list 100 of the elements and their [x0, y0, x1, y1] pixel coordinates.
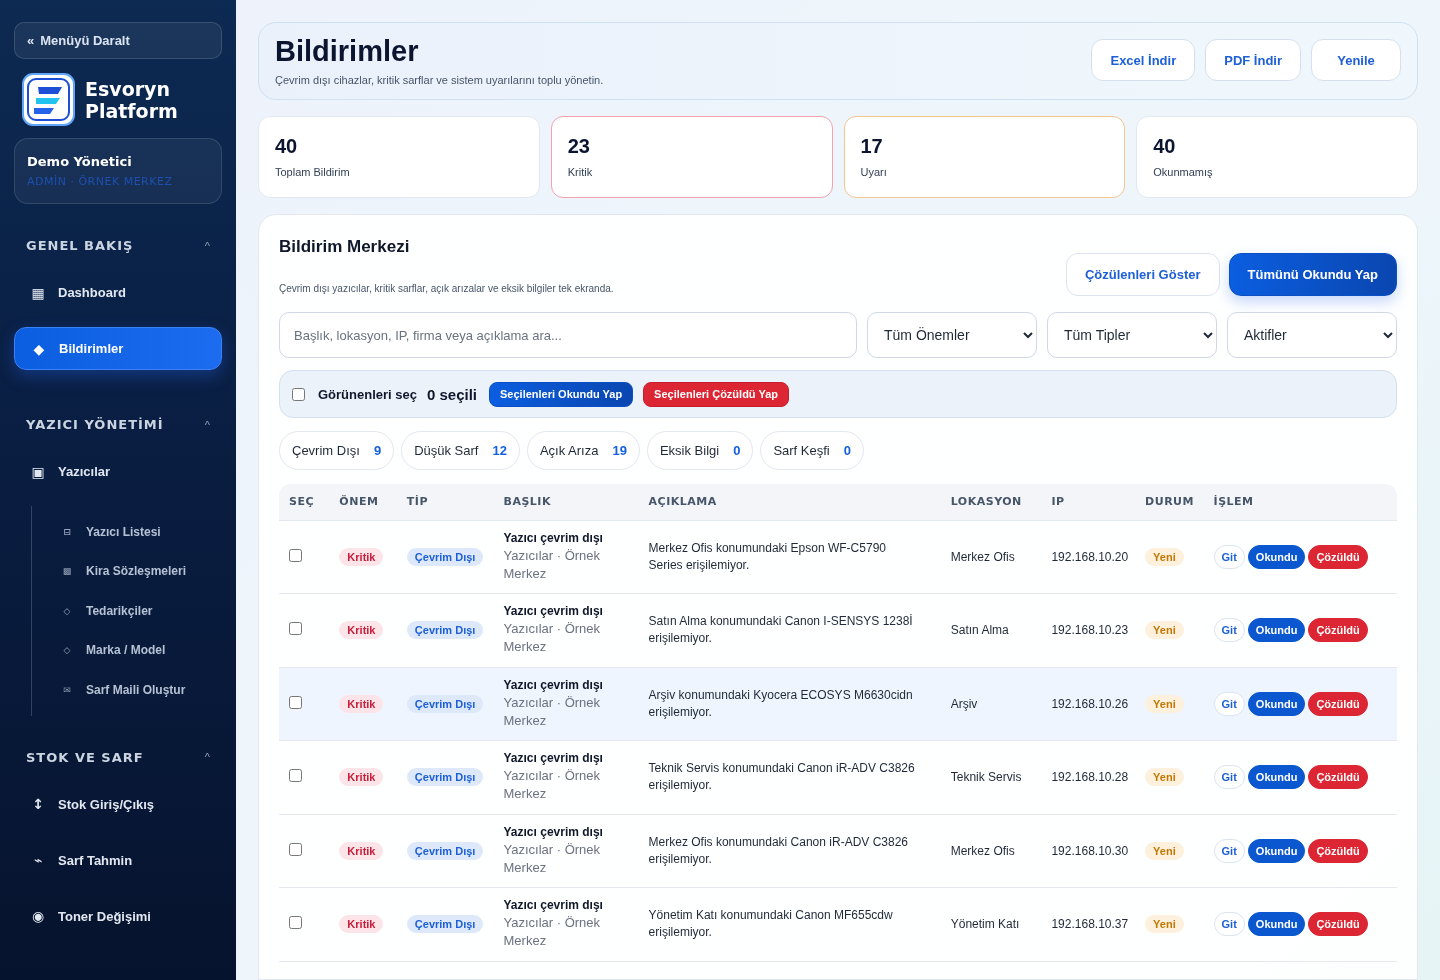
table-row[interactable]: Kritik Çevrim Dışı Yazıcı çevrim dışı Yazıcılar · Örnek Merkez Satın Alma konumundaki Canon I-SENSYS 1238İ erişilemiyor. Satın Alma 192.168.10.23 Yeni Git Okundu Çözüldü: [279, 593, 1397, 667]
nav-subitem[interactable]: ◇ Marka / Model: [32, 630, 222, 670]
table-row[interactable]: Kritik Çevrim Dışı Yazıcı çevrim dışı Yazıcılar · Örnek Merkez Yönetim Katı konumundaki Canon MF655cdw erişilemiyor. Yönetim Katı 192.168.10.37 Yeni Git Okundu Çözüldü: [279, 887, 1397, 961]
table-row[interactable]: Kritik Çevrim Dışı Yazıcı çevrim dışı Yazıcılar · Örnek Merkez Merkez Ofis konumundaki Canon iR-ADV C3826 erişilemiyor. Merkez Ofis 192.168.10.30 Yeni Git Okundu Çözüldü: [279, 814, 1397, 888]
alert-description: Merkez Ofis konumundaki Canon iR-ADV C3826 erişilemiyor.: [648, 833, 909, 868]
location-cell: Yönetim Katı: [940, 887, 1042, 961]
row-action-button[interactable]: Okundu: [1247, 765, 1306, 790]
page-title: Bildirimler: [275, 34, 420, 68]
caret-icon[interactable]: ^: [204, 418, 210, 431]
caret-icon[interactable]: ^: [204, 751, 210, 763]
row-checkbox[interactable]: [289, 695, 302, 709]
row-action-button[interactable]: Çözüldü: [1308, 912, 1368, 937]
alert-title: Yazıcı çevrim dışı: [503, 824, 604, 839]
nav-subitem[interactable]: ✉ Sarf Maili Oluştur: [32, 670, 222, 710]
filter-chip[interactable]: Düşük Sarf 12: [401, 431, 520, 470]
filter-select[interactable]: Tüm Önemler: [867, 312, 1037, 358]
header-button[interactable]: PDF İndir: [1205, 39, 1301, 81]
location-cell: Merkez Ofis: [940, 520, 1042, 594]
ip-cell: 192.168.10.30: [1041, 814, 1136, 888]
stat-value: 40: [275, 135, 299, 158]
row-checkbox[interactable]: [289, 916, 302, 930]
panel-button[interactable]: Çözülenleri Göster: [1065, 253, 1220, 296]
row-action-button[interactable]: Çözüldü: [1308, 691, 1368, 716]
table-row[interactable]: Kritik Çevrim Dışı Yazıcı çevrim dışı Yazıcılar · Örnek Merkez Merkez Ofis konumundaki Epson WF-C5790 Series erişilemiyor. Merkez Ofis 192.168.10.20 Yeni Git Okundu Çözüldü: [279, 520, 1397, 594]
filter-select[interactable]: Tüm Tipler: [1047, 312, 1217, 358]
row-action-button[interactable]: Git: [1213, 691, 1245, 716]
alert-description: Satın Alma konumundaki Canon I-SENSYS 1238İ erişilemiyor.: [648, 613, 914, 648]
row-checkbox[interactable]: [289, 548, 302, 562]
type-tag: Çevrim Dışı: [406, 694, 484, 713]
nav-subitem[interactable]: ⊟ Yazıcı Listesi: [32, 512, 222, 552]
row-checkbox[interactable]: [289, 622, 302, 636]
row-action-button[interactable]: Git: [1213, 912, 1245, 937]
row-action-button[interactable]: Git: [1213, 618, 1245, 643]
severity-tag: Kritik: [339, 694, 384, 713]
filter-chip[interactable]: Açık Arıza 19: [526, 431, 640, 470]
ip-cell: 192.168.10.37: [1041, 887, 1136, 961]
nav-item[interactable]: ▦ Dashboard: [14, 271, 222, 314]
filter-chip[interactable]: Sarf Keşfi 0: [760, 431, 864, 470]
stat-label: Toplam Bildirim: [275, 166, 351, 178]
nav-item[interactable]: ◉ Toner Değişimi: [14, 894, 222, 938]
alert-title: Yazıcı çevrim dışı: [503, 751, 604, 766]
ip-cell: 192.168.10.20: [1041, 520, 1136, 594]
alert-description: Arşiv konumundaki Kyocera ECOSYS M6630cidn erişilemiyor.: [648, 686, 914, 721]
column-header: TİP: [396, 484, 494, 520]
filter-chip[interactable]: Çevrim Dışı 9: [279, 431, 395, 470]
caret-icon[interactable]: ^: [204, 239, 210, 252]
section-title: YAZICI YÖNETİMİ: [26, 417, 164, 432]
alert-source: Yazıcılar · Örnek Merkez: [503, 693, 602, 730]
row-action-button[interactable]: Çözüldü: [1308, 544, 1368, 569]
row-action-button[interactable]: Git: [1213, 765, 1245, 790]
row-action-button[interactable]: Okundu: [1247, 912, 1306, 937]
column-header: IP: [1041, 484, 1136, 520]
row-action-button[interactable]: Çözüldü: [1308, 838, 1368, 863]
panel-button[interactable]: Tümünü Okundu Yap: [1228, 253, 1397, 296]
select-all-checkbox[interactable]: [292, 387, 305, 401]
nav-subitem[interactable]: ▩ Kira Sözleşmeleri: [32, 551, 222, 591]
alert-source: Yazıcılar · Örnek Merkez: [503, 840, 602, 877]
alert-title: Yazıcı çevrim dışı: [503, 530, 604, 545]
status-tag: Yeni: [1145, 694, 1184, 713]
bulk-button[interactable]: Seçilenleri Çözüldü Yap: [643, 381, 789, 407]
search-field[interactable]: Başlık, lokasyon, IP, firma veya açıklama ara...: [279, 312, 857, 358]
row-action-button[interactable]: Çözüldü: [1308, 618, 1368, 643]
row-action-button[interactable]: Okundu: [1247, 838, 1306, 863]
nav-item[interactable]: ▣ Yazıcılar: [14, 450, 222, 493]
table-row[interactable]: Kritik Çevrim Dışı Yazıcı çevrim dışı Yazıcılar · Örnek Merkez Arşiv konumundaki Kyocera ECOSYS M6630cidn erişilemiyor. Arşiv 192.168.10.26 Yeni Git Okundu Çözüldü: [279, 667, 1397, 741]
status-tag: Yeni: [1145, 547, 1184, 566]
nav-item[interactable]: ⌁ Sarf Tahmin: [14, 838, 222, 882]
collapse-menu-button[interactable]: « Menüyü Daralt: [14, 22, 222, 59]
table-row[interactable]: Kritik Çevrim Dışı Yazıcı çevrim dışı Yazıcılar · Örnek Merkez Teknik Servis konumundaki Canon iR-ADV C3826 erişilemiyor. Teknik Servis 192.168.10.28 Yeni Git Okundu Çözüldü: [279, 740, 1397, 814]
alert-source: Yazıcılar · Örnek Merkez: [503, 546, 602, 583]
location-cell: Arşiv: [940, 667, 1042, 741]
row-checkbox[interactable]: [289, 769, 302, 783]
row-action-button[interactable]: Okundu: [1247, 618, 1306, 643]
alert-description: Yönetim Katı konumundaki Canon MF655cdw erişilemiyor.: [648, 907, 894, 942]
type-tag: Çevrim Dışı: [406, 841, 484, 860]
row-action-button[interactable]: Okundu: [1247, 691, 1306, 716]
type-tag: Çevrim Dışı: [406, 768, 484, 787]
row-action-button[interactable]: Git: [1213, 838, 1245, 863]
type-tag: Çevrim Dışı: [406, 621, 484, 640]
row-checkbox[interactable]: [289, 842, 302, 856]
row-action-button[interactable]: Çözüldü: [1308, 765, 1368, 790]
column-header: İŞLEM: [1203, 484, 1397, 520]
selected-count: 0 seçili: [427, 385, 478, 403]
column-header: ÖNEM: [329, 484, 397, 520]
header-button[interactable]: Excel İndir: [1091, 39, 1196, 81]
stat-value: 17: [860, 135, 884, 158]
filter-select[interactable]: Aktifler: [1227, 312, 1397, 358]
filter-chip[interactable]: Eksik Bilgi 0: [646, 431, 754, 470]
status-tag: Yeni: [1145, 768, 1184, 787]
nav-item[interactable]: ↕ Stok Giriş/Çıkış: [14, 782, 222, 826]
row-action-button[interactable]: Git: [1213, 544, 1245, 569]
panel-subtitle: Çevrim dışı yazıcılar, kritik sarflar, açık arızalar ve eksik bilgiler tek ekranda.: [279, 283, 614, 294]
ip-cell: 192.168.10.26: [1041, 667, 1136, 741]
bulk-button[interactable]: Seçilenleri Okundu Yap: [489, 381, 634, 407]
user-name: Demo Yönetici: [27, 154, 133, 169]
alert-title: Yazıcı çevrim dışı: [503, 604, 604, 619]
header-button[interactable]: Yenile: [1311, 39, 1401, 81]
row-action-button[interactable]: Okundu: [1247, 544, 1306, 569]
nav-subitem[interactable]: ◇ Tedarikçiler: [32, 591, 222, 631]
nav-item[interactable]: ◆ Bildirimler: [14, 327, 222, 370]
